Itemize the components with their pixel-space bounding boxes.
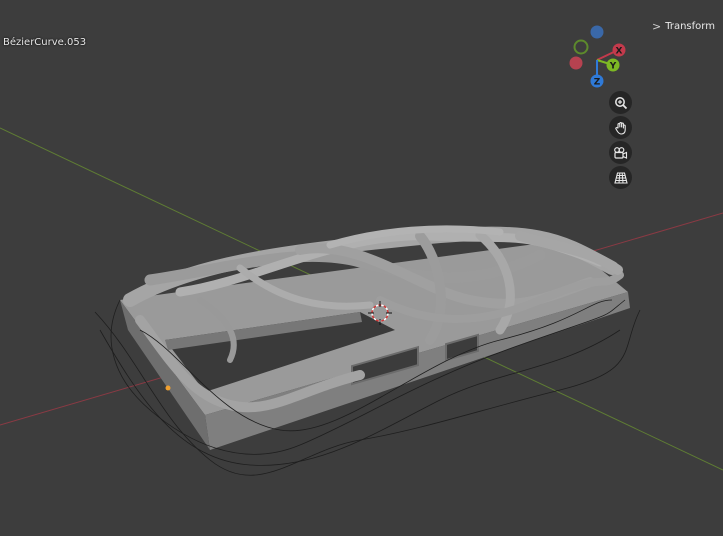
pan-button[interactable] [609, 116, 632, 139]
active-object-name: BézierCurve.053 [3, 37, 87, 48]
transform-label: Transform [665, 21, 715, 32]
gizmo-x-label: X [616, 47, 623, 57]
transform-panel-toggle[interactable]: > Transform [652, 20, 715, 33]
zoom-button[interactable] [609, 91, 632, 114]
gizmo-neg-x[interactable] [569, 56, 583, 70]
camera-view-icon [614, 146, 628, 159]
chevron-right-icon: > [652, 20, 662, 33]
navigation-gizmo[interactable]: X Y Z [560, 20, 630, 90]
grid-perspective-icon [613, 171, 628, 184]
gizmo-neg-y[interactable] [573, 39, 589, 55]
camera-view-button[interactable] [609, 141, 632, 164]
gizmo-y-label: Y [609, 62, 617, 72]
hand-pan-icon [614, 121, 626, 135]
orthographic-toggle-button[interactable] [609, 166, 632, 189]
gizmo-neg-z[interactable] [590, 25, 604, 39]
object-origin[interactable] [165, 385, 171, 391]
3d-viewport[interactable]: BézierCurve.053 > Transform X Y Z [0, 0, 723, 536]
zoom-icon [614, 96, 627, 109]
mesh-object[interactable] [94, 225, 641, 476]
gizmo-z-label: Z [594, 78, 601, 88]
